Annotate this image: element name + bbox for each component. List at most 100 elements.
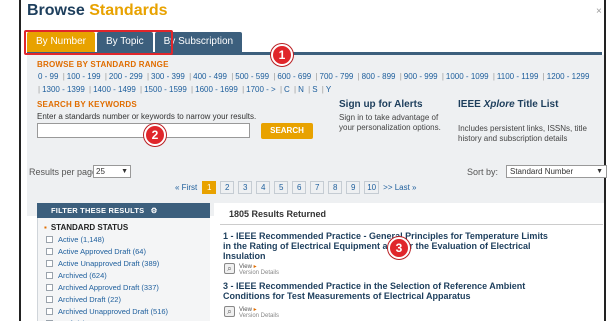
range-link[interactable]: 1700 - > [245,85,277,94]
xplore-description: Includes persistent links, ISSNs, title … [458,124,587,143]
filter-header[interactable]: FILTER THESE RESULTS ⚙ [37,203,210,218]
filter-checkbox[interactable] [46,308,53,315]
chevron-down-icon: ▼ [596,168,603,175]
pager-pages: 1 2 3 4 5 6 7 8 9 10 [202,181,383,194]
results-per-page-label: Results per page: [29,167,100,177]
status-filter-label: Active Unapproved Draft (389) [58,259,160,268]
range-link[interactable]: 700 - 799 [319,72,355,81]
settings-icon: ⚙ [150,206,158,215]
range-link-list: 0 - 99 | 100 - 199 | 200 - 299 | 300 - 399 … [37,70,603,96]
range-link[interactable]: 1100 - 1199 [496,72,540,81]
range-link[interactable]: 400 - 499 [192,72,228,81]
left-border [19,0,21,321]
xplore-title-pre: IEEE [458,99,484,110]
range-link[interactable]: 1000 - 1099 [445,72,490,81]
collapse-icon: ▪ [44,223,47,232]
pager-page-link[interactable]: 4 [256,181,271,194]
filter-checkbox[interactable] [46,248,53,255]
xplore-title-italic: Xplore [483,99,515,110]
pager-page-link[interactable]: 8 [328,181,343,194]
pager-page-link[interactable]: 3 [238,181,253,194]
range-link[interactable]: 1400 - 1499 [92,85,137,94]
sort-by-select[interactable]: Standard Number ▼ [506,165,607,178]
range-link[interactable]: 1600 - 1699 [194,85,239,94]
status-filter-item[interactable]: Archived Draft (22) [46,295,208,305]
pager-page-link[interactable]: 9 [346,181,361,194]
page-title-accent: Standards [89,2,168,19]
range-link[interactable]: 0 - 99 [37,72,59,81]
chevron-down-icon: ▼ [121,168,128,175]
status-filter-label: Archived Unapproved Draft (516) [58,307,169,316]
range-link[interactable]: 1200 - 1299 [546,72,591,81]
pager-last-link[interactable]: >> Last » [383,183,416,192]
range-link[interactable]: C [283,85,291,94]
range-link[interactable]: S [311,85,318,94]
status-filter-item[interactable]: Archived Unapproved Draft (516) [46,307,208,317]
filter-checkbox[interactable] [46,260,53,267]
view-link-1[interactable]: View ▸ [239,263,257,270]
search-button[interactable]: SEARCH [261,123,313,139]
range-link[interactable]: N [297,85,305,94]
close-icon[interactable]: × [596,6,602,17]
callout-badge-1: 1 [271,44,293,66]
status-filter-label: Archived Approved Draft (337) [58,283,159,292]
callout-badge-2: 2 [144,124,166,146]
pager-page-link[interactable]: 7 [310,181,325,194]
status-filter-item[interactable]: Active Approved Draft (64) [46,247,208,257]
alerts-description: Sign in to take advantage of your person… [339,113,441,132]
status-filter-label: Active (1,148) [58,235,105,244]
results-per-page-value: 25 [96,167,105,176]
filter-checkbox[interactable] [46,236,53,243]
results-count: 1805 Results Returned [229,209,327,219]
range-link[interactable]: 300 - 399 [150,72,186,81]
range-link[interactable]: 500 - 599 [234,72,270,81]
callout-badge-3: 3 [388,237,410,259]
filter-header-label: FILTER THESE RESULTS [51,206,145,215]
version-details-link-2[interactable]: Version Details [239,313,279,319]
status-filter-list: Active (1,148) Active Approved Draft (64)… [46,235,208,321]
pager-page-link[interactable]: 6 [292,181,307,194]
xplore-title-list-link[interactable]: IEEE Xplore Title List [458,99,598,110]
pager-page-link[interactable]: 5 [274,181,289,194]
range-link[interactable]: 1500 - 1599 [143,85,188,94]
status-filter-item[interactable]: Active Unapproved Draft (389) [46,259,208,269]
right-border [604,0,606,321]
standard-status-label: STANDARD STATUS [50,223,129,232]
range-link[interactable]: 600 - 699 [276,72,312,81]
filter-checkbox[interactable] [46,272,53,279]
page-title-main: Browse [27,2,90,19]
status-filter-label: Archived Draft (22) [58,295,121,304]
filter-checkbox[interactable] [46,284,53,291]
result-title-2[interactable]: 3 - IEEE Recommended Practice in the Sel… [223,281,553,301]
xplore-title-post: Title List [514,99,559,110]
status-filter-item[interactable]: Active (1,148) [46,235,208,245]
range-section-title: BROWSE BY STANDARD RANGE [37,60,169,69]
magnifier-icon[interactable]: ⌕ [224,263,235,274]
pager-page-link[interactable]: 10 [364,181,380,194]
pager-page-link[interactable]: 2 [220,181,235,194]
range-link[interactable]: 900 - 999 [403,72,439,81]
pager-first-link[interactable]: « First [175,183,197,192]
range-link[interactable]: 800 - 899 [361,72,397,81]
status-filter-item[interactable]: Archived Approved Draft (337) [46,283,208,293]
keyword-section-title: SEARCH BY KEYWORDS [37,100,137,109]
filter-checkbox[interactable] [46,296,53,303]
view-link-2[interactable]: View ▸ [239,306,257,313]
pager-page-link[interactable]: 1 [202,181,217,194]
status-filter-label: Active Approved Draft (64) [58,247,146,256]
results-divider [220,224,603,225]
magnifier-icon[interactable]: ⌕ [224,306,235,317]
sort-by-value: Standard Number [510,167,574,176]
results-per-page-select[interactable]: 25 ▼ [93,165,131,178]
standard-status-title[interactable]: ▪ STANDARD STATUS [44,223,128,232]
range-link[interactable]: 200 - 299 [108,72,144,81]
results-panel [214,203,604,321]
tab-highlight-box [24,30,173,55]
range-link[interactable]: 1300 - 1399 [41,85,86,94]
range-link[interactable]: 100 - 199 [66,72,102,81]
alerts-signup-link[interactable]: Sign up for Alerts [339,99,423,110]
version-details-link-1[interactable]: Version Details [239,270,279,276]
status-filter-item[interactable]: Archived (624) [46,271,208,281]
sort-by-label: Sort by: [467,167,499,177]
range-link[interactable]: Y [325,85,332,94]
